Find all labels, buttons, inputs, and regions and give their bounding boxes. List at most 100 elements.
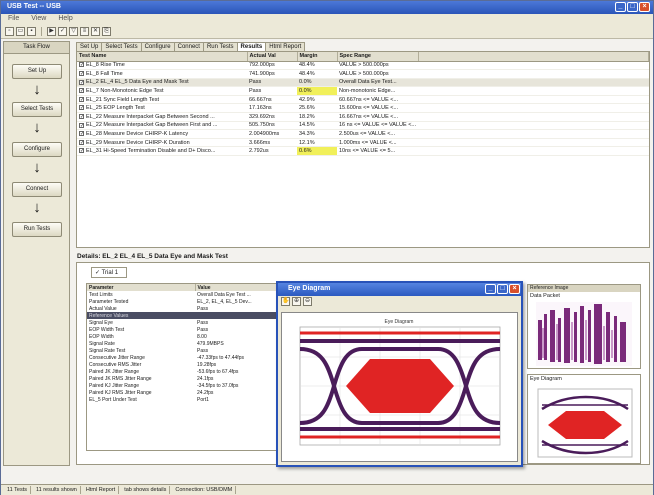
- check-icon[interactable]: ✓: [58, 27, 67, 36]
- test-checkbox[interactable]: ✓: [79, 62, 84, 68]
- step-run-tests-button[interactable]: Run Tests: [12, 222, 62, 237]
- pan-icon[interactable]: ✋: [281, 297, 290, 306]
- menu-view[interactable]: View: [31, 15, 46, 24]
- tab-set-up[interactable]: Set Up: [76, 42, 103, 51]
- results-table-row[interactable]: ✓ EL_8 Fall Time 741.900ps 48.4% VALUE > 500…: [77, 69, 649, 79]
- tab-run-tests[interactable]: Run Tests: [202, 42, 238, 51]
- test-checkbox[interactable]: ✓: [79, 131, 84, 137]
- column-header-value[interactable]: Value: [195, 284, 280, 291]
- parameter-row[interactable]: Test Limits Overall Data Eye Test ...: [87, 291, 280, 298]
- parameter-value-cell: 8.00: [197, 333, 207, 340]
- results-table-row[interactable]: ✓ EL_28 Measure Device CHIRP-K Latency 2.0…: [77, 129, 649, 139]
- test-name-label: EL_21 Sync Field Length Test: [86, 96, 159, 103]
- parameter-row[interactable]: Signal Rate Test Pass: [87, 347, 280, 354]
- parameter-row[interactable]: Paired KJ RMS Jitter Range 24.2fps: [87, 389, 280, 396]
- column-header-spec-range[interactable]: Spec Range: [337, 52, 419, 62]
- toolbar: ▫ ▭ ▪ ▶ ✓ ▽ ≡ ✕ ⎘: [1, 25, 653, 39]
- results-table-row[interactable]: ✓ EL_25 EOP Length Test 17.163ns 25.6% 15.60…: [77, 103, 649, 114]
- parameter-row[interactable]: EL_5 Port Under Test Port1: [87, 396, 280, 403]
- data-packet-thumbnail[interactable]: [528, 300, 640, 368]
- parameter-row[interactable]: Signal Rate 479.9MBPS: [87, 340, 280, 347]
- test-name-label: EL_22 Measure Interpacket Gap Between Se…: [86, 113, 215, 120]
- results-table-row[interactable]: ✓ EL_22 Measure Interpacket Gap Between S…: [77, 112, 649, 122]
- maximize-button[interactable]: □: [627, 2, 638, 12]
- parameter-group-row[interactable]: Reference Values: [87, 312, 280, 319]
- parameter-row[interactable]: Paired KJ Jitter Range -34.5fps to 37.0fp…: [87, 382, 280, 389]
- results-table-row[interactable]: ✓ EL_29 Measure Device CHIRP-K Duration 3.…: [77, 138, 649, 148]
- test-checkbox[interactable]: ✓: [79, 139, 84, 145]
- menu-file[interactable]: File: [8, 15, 19, 24]
- test-checkbox[interactable]: ✓: [79, 122, 84, 128]
- new-file-icon[interactable]: ▫: [5, 27, 14, 36]
- test-checkbox[interactable]: ✓: [79, 96, 84, 102]
- eye-diagram-thumbnail-panel: Eye Diagram: [527, 374, 641, 464]
- results-table-row[interactable]: ✓ EL_8 Rise Time 792.000ps 48.4% VALUE > 500…: [77, 61, 649, 71]
- filler-cell: [418, 103, 649, 114]
- down-arrow-icon: ↓: [33, 159, 41, 176]
- parameter-row[interactable]: Consecutive Jitter Range -47.33fps to 47.…: [87, 354, 280, 361]
- close-button[interactable]: ×: [639, 2, 650, 12]
- results-table-row[interactable]: ✓ EL_22 Measure Interpacket Gap Between F…: [77, 121, 649, 131]
- parameter-row[interactable]: Consecutive RMS Jitter 19.28fps: [87, 361, 280, 368]
- window-title: USB Test -- USB: [7, 3, 61, 10]
- margin-cell: 34.3%: [297, 129, 337, 139]
- parameter-row[interactable]: EOP Width Test Pass: [87, 326, 280, 333]
- filter-icon[interactable]: ▽: [69, 27, 78, 36]
- test-checkbox[interactable]: ✓: [79, 79, 84, 85]
- dialog-minimize-button[interactable]: _: [485, 284, 496, 294]
- parameter-row[interactable]: Paired JK RMS Jitter Range 24.1fps: [87, 375, 280, 382]
- test-checkbox[interactable]: ✓: [79, 105, 84, 111]
- parameter-row[interactable]: Actual Value Pass: [87, 305, 280, 312]
- parameter-row[interactable]: Signal Eye Pass: [87, 319, 280, 326]
- tab-configure[interactable]: Configure: [140, 42, 175, 51]
- column-header-margin[interactable]: Margin: [297, 52, 338, 62]
- title-bar[interactable]: USB Test -- USB _ □ ×: [1, 1, 653, 14]
- filler-cell: [418, 69, 649, 79]
- margin-cell: 42.9%: [297, 95, 337, 105]
- dialog-maximize-button[interactable]: □: [497, 284, 508, 294]
- open-folder-icon[interactable]: ▭: [16, 27, 25, 36]
- results-table-row[interactable]: ✓ EL_31 Hi-Speed Termination Disable and …: [77, 146, 649, 157]
- parameter-name-cell: Actual Value: [89, 305, 117, 312]
- test-checkbox[interactable]: ✓: [79, 88, 84, 94]
- results-table-row[interactable]: ✓ EL_21 Sync Field Length Test 66.667ns 42.…: [77, 95, 649, 105]
- status-tab-details: tab shows details: [121, 486, 171, 494]
- status-html-report: Html Report: [83, 486, 120, 494]
- menu-help[interactable]: Help: [58, 15, 72, 24]
- column-header-parameter[interactable]: Parameter: [87, 284, 196, 291]
- export-icon[interactable]: ⎘: [102, 27, 111, 36]
- minimize-button[interactable]: _: [615, 2, 626, 12]
- results-table-row[interactable]: ✓ EL_7 Non-Monotonic Edge Test Pass 0.0% Non…: [77, 86, 649, 96]
- column-header-actual-value[interactable]: Actual Val: [247, 52, 298, 62]
- column-header-test-name[interactable]: Test Name: [77, 52, 248, 62]
- step-set-up-button[interactable]: Set Up: [12, 64, 62, 79]
- tab-html-report[interactable]: Html Report: [265, 42, 306, 51]
- step-select-tests-button[interactable]: Select Tests: [12, 102, 62, 117]
- run-icon[interactable]: ▶: [47, 27, 56, 36]
- results-table-row[interactable]: ✓ EL_2 EL_4 EL_5 Data Eye and Mask Test Pa…: [77, 78, 649, 88]
- task-flow-header: Task Flow: [4, 42, 69, 54]
- parameter-row[interactable]: Paired JK Jitter Range -53.6fps to 67.4fp…: [87, 368, 280, 375]
- tab-select-tests[interactable]: Select Tests: [101, 42, 142, 51]
- test-checkbox[interactable]: ✓: [79, 70, 84, 76]
- test-name-cell: ✓ EL_31 Hi-Speed Termination Disable and …: [77, 146, 247, 157]
- report-icon[interactable]: ≡: [80, 27, 89, 36]
- filler-cell: [418, 78, 649, 88]
- test-checkbox[interactable]: ✓: [79, 113, 84, 119]
- tab-trial-1[interactable]: ✓ Trial 1: [91, 267, 127, 278]
- step-configure-button[interactable]: Configure: [12, 142, 62, 157]
- zoom-in-icon[interactable]: ⊕: [292, 297, 301, 306]
- tab-connect[interactable]: Connect: [173, 42, 204, 51]
- eye-diagram-thumbnail[interactable]: [528, 383, 640, 461]
- dialog-close-button[interactable]: ×: [509, 284, 520, 294]
- step-connect-button[interactable]: Connect: [12, 182, 62, 197]
- margin-cell: 12.1%: [297, 138, 337, 148]
- parameter-row[interactable]: Parameter Tested EL_2, EL_4, EL_5 Dev...: [87, 298, 280, 305]
- parameter-row[interactable]: EOP Width 8.00: [87, 333, 280, 340]
- eye-diagram-dialog-titlebar[interactable]: Eye Diagram _ □ ×: [278, 283, 521, 296]
- test-checkbox[interactable]: ✓: [79, 148, 84, 154]
- delete-icon[interactable]: ✕: [91, 27, 100, 36]
- eye-diagram-plot[interactable]: Eye Diagram: [281, 312, 518, 462]
- zoom-out-icon[interactable]: ⊖: [303, 297, 312, 306]
- save-icon[interactable]: ▪: [27, 27, 36, 36]
